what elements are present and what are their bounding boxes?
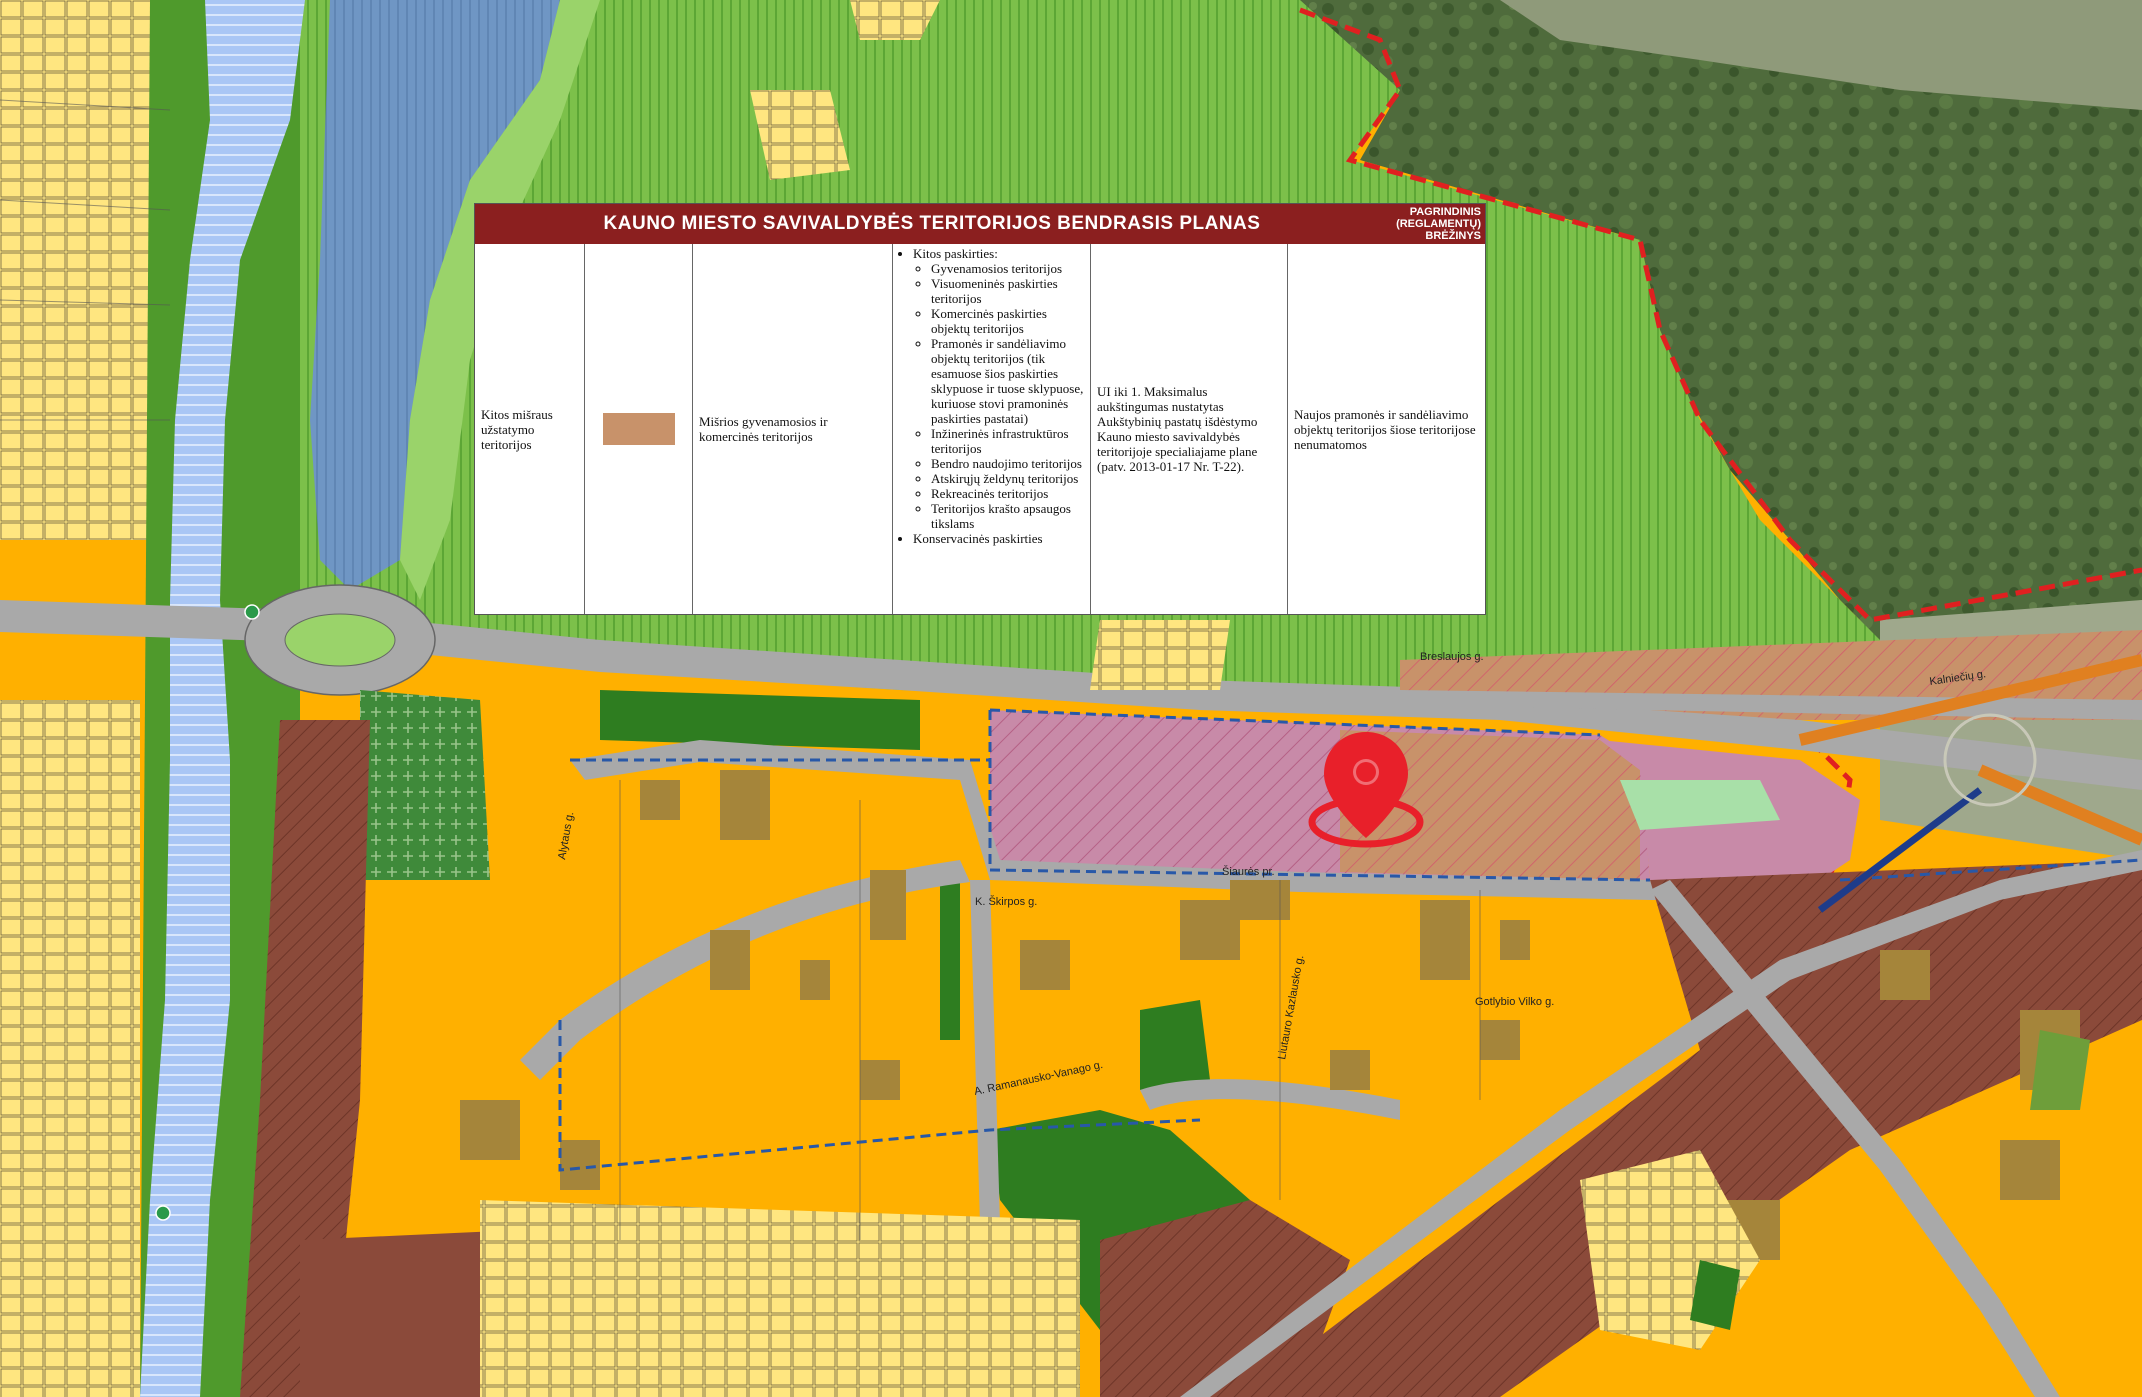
legend-height-regulation: UI iki 1. Maksimalus aukštingumas nustat… [1091,244,1288,614]
list-item: Komercinės paskirties objektų teritorijo… [931,306,1084,336]
street-label-3: Gotlybio Vilko g. [1475,996,1554,1008]
list-item: Rekreacinės teritorijos [931,486,1084,501]
legend-table: Kitos mišraus užstatymo teritorijos Mišr… [475,244,1485,614]
street-label-2: K. Škirpos g. [975,895,1037,908]
legend-restriction-note: Naujos pramonės ir sandėliavimo objektų … [1294,406,1476,452]
legend-panel: KAUNO MIESTO SAVIVALDYBĖS TERITORIJOS BE… [474,203,1486,615]
legend-title: KAUNO MIESTO SAVIVALDYBĖS TERITORIJOS BE… [603,213,1261,234]
legend-header: KAUNO MIESTO SAVIVALDYBĖS TERITORIJOS BE… [475,204,1485,244]
street-label-6: Breslaujos g. [1420,651,1484,663]
location-pin-icon[interactable] [1306,728,1426,864]
legend-swatch-cell [585,244,693,614]
street-label-1: Šiaurės pr. [1222,865,1275,878]
legend-swatch [602,413,675,445]
list-item: Gyvenamosios teritorijos [931,261,1084,276]
legend-permitted-uses: Kitos paskirties: Gyvenamosios teritorij… [893,244,1091,614]
permitted-uses-footer: Konservacinės paskirties [913,531,1084,546]
list-item: Inžinerinės infrastruktūros teritorijos [931,426,1084,456]
badge-line-3: BRĖŽINYS [1425,230,1481,242]
badge-line-1: PAGRINDINIS [1409,206,1481,218]
permitted-uses-heading: Kitos paskirties: [913,246,998,261]
list-item: Visuomeninės paskirties teritorijos [931,276,1084,306]
list-item: Pramonės ir sandėliavimo objektų teritor… [931,336,1084,426]
permitted-uses-list: Gyvenamosios teritorijos Visuomeninės pa… [913,261,1084,531]
legend-badge: PAGRINDINIS (REGLAMENTŲ) BRĖŽINYS [1391,206,1481,242]
list-item: Bendro naudojimo teritorijos [931,456,1084,471]
badge-line-2: (REGLAMENTŲ) [1396,218,1481,230]
list-item: Atskirųjų želdynų teritorijos [931,471,1084,486]
legend-zone-type: Mišrios gyvenamosios ir komercinės terit… [693,244,893,614]
legend-zone-name: Kitos mišraus užstatymo teritorijos [475,244,585,614]
list-item: Teritorijos krašto apsaugos tikslams [931,501,1084,531]
